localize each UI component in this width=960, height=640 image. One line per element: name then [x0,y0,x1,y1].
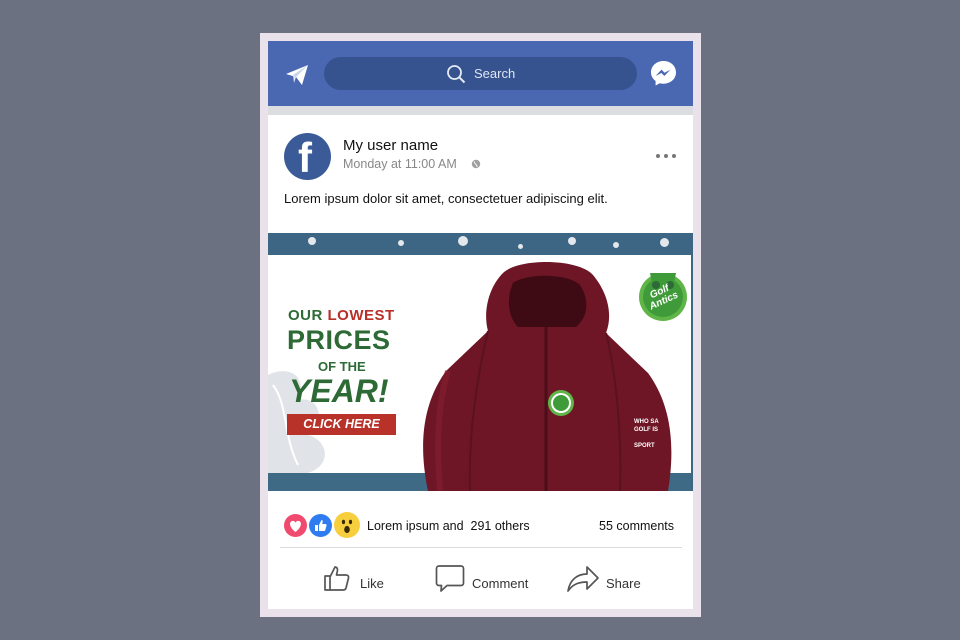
share-label: Share [606,576,641,591]
share-button[interactable]: Share [566,561,646,601]
reactions-names: Lorem ipsum and [367,519,464,533]
heart-icon[interactable] [284,514,307,537]
header-divider [268,106,693,115]
facebook-logo-icon: f [298,134,312,180]
post-author-name[interactable]: My user name [343,137,438,154]
reactions-summary[interactable]: Lorem ipsum and 291 others [367,519,530,533]
globe-icon [471,159,481,169]
search-placeholder: Search [474,66,516,81]
snowflake [518,244,523,249]
facebook-post-screen: Search f My user name Monday at 11:00 AM… [268,41,693,609]
comments-count[interactable]: 55 comments [599,519,674,533]
snowflake [660,238,669,247]
messenger-icon[interactable] [649,59,678,88]
svg-text:WHO SA: WHO SA [634,419,659,425]
comment-bubble-icon [435,565,465,592]
more-options-icon[interactable] [654,151,680,161]
phone-frame: Search f My user name Monday at 11:00 AM… [260,33,701,617]
divider [280,547,682,548]
post-timestamp[interactable]: Monday at 11:00 AM [343,157,457,171]
paper-plane-icon[interactable] [284,62,310,88]
search-icon [447,65,466,84]
share-arrow-icon [567,566,599,592]
avatar[interactable]: f [284,133,331,180]
comment-label: Comment [472,576,529,591]
like-label: Like [360,576,384,591]
ad-headline-prices: PRICES [287,325,391,355]
snowflake [308,237,316,245]
ad-headline-of-the: OF THE [318,359,366,374]
ad-headline-year: YEAR! [289,373,389,409]
ad-headline-line1: OUR LOWEST [288,307,395,324]
comment-button[interactable]: Comment [434,561,534,601]
search-bar[interactable]: Search [324,57,637,90]
thumbs-up-outline-icon [324,566,350,591]
ad-frost-right [691,233,693,491]
top-bar: Search [268,41,693,106]
like-button[interactable]: Like [322,561,392,601]
click-here-button[interactable]: CLICK HERE [287,414,396,435]
snowflake [398,240,404,246]
snowflake [568,237,576,245]
snowflake [458,236,468,246]
wow-icon[interactable] [334,512,360,538]
svg-text:SPORT: SPORT [634,443,655,449]
post-ad-image[interactable]: OUR LOWEST PRICES OF THE YEAR! CLICK HER… [268,233,693,491]
svg-text:GOLF IS: GOLF IS [634,427,658,433]
reactions-others: 291 others [470,519,530,533]
post-text: Lorem ipsum dolor sit amet, consectetuer… [284,191,608,206]
ad-frost-top [268,233,693,255]
snowflake [613,242,619,248]
thumbs-up-icon[interactable] [309,514,332,537]
